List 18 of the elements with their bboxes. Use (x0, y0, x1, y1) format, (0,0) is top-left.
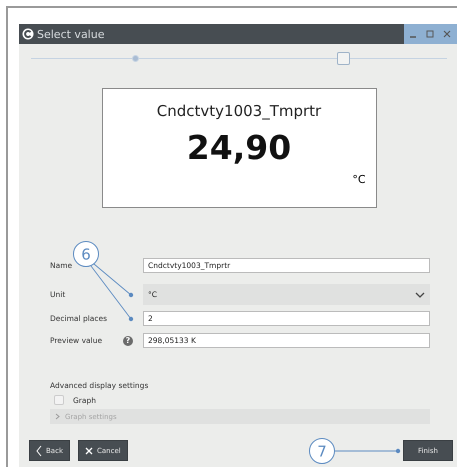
chevron-left-icon (36, 444, 42, 456)
chevron-down-icon (415, 292, 425, 298)
preview-value: 24,90 (186, 128, 292, 167)
callout-marker: 7 (309, 438, 335, 464)
step-marker[interactable] (336, 52, 350, 64)
preview-name: Cndctvty1003_Tmprtr (156, 102, 322, 120)
step-marker[interactable] (132, 54, 138, 62)
callout-marker: 6 (73, 241, 99, 267)
maximize-icon[interactable] (426, 30, 434, 38)
app-logo-icon (22, 28, 34, 40)
window-title: Select value (37, 28, 106, 40)
close-icon (85, 446, 93, 454)
preview-unit: °C (352, 173, 366, 186)
help-icon[interactable]: ? (123, 336, 133, 346)
close-icon[interactable] (442, 30, 450, 38)
checkbox[interactable] (54, 395, 64, 405)
leader-line (334, 448, 400, 454)
chevron-icon (55, 413, 60, 420)
